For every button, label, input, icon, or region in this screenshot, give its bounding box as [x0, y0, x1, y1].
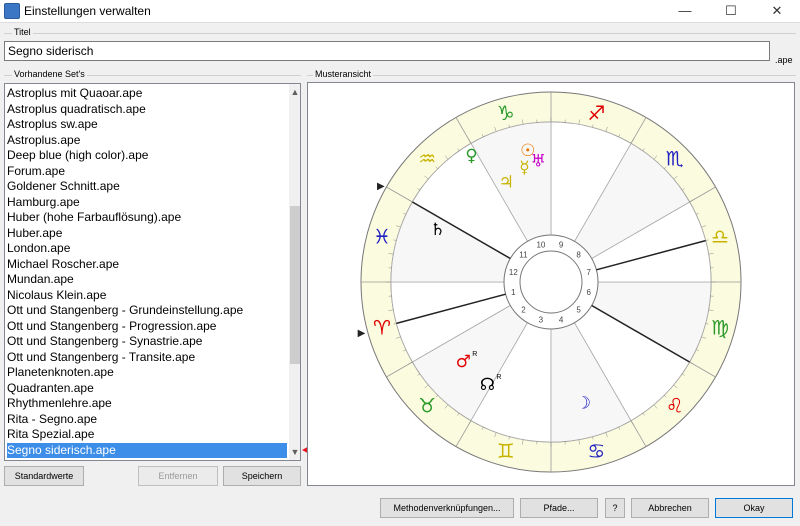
list-scrollbar[interactable]: ▲ ▼ [289, 84, 300, 460]
list-item[interactable]: Astroplus quadratisch.ape [7, 102, 287, 118]
aries-icon: ♈ [373, 315, 391, 339]
list-item[interactable]: Planetenknoten.ape [7, 365, 287, 381]
retrograde-label: R [472, 351, 477, 358]
house-number: 9 [559, 240, 564, 249]
leo-icon: ♌ [666, 394, 684, 418]
list-item[interactable]: Astroplus sw.ape [7, 117, 287, 133]
entfernen-button[interactable]: Entfernen [138, 466, 218, 486]
house-number: 8 [576, 250, 581, 259]
list-item[interactable]: Ott und Stangenberg - Progression.ape [7, 319, 287, 335]
saturn-icon: ♄ [430, 220, 445, 240]
taurus-icon: ♉ [418, 394, 436, 418]
pisces-icon: ♓ [373, 225, 391, 249]
scorpio-icon: ♏ [666, 146, 684, 170]
list-item[interactable]: Mundan.ape [7, 272, 287, 288]
house-number: 12 [509, 268, 518, 277]
help-button[interactable]: ? [605, 498, 625, 518]
center-circle [519, 250, 583, 314]
list-item[interactable]: Rita Spezial.ape [7, 427, 287, 443]
speichern-button[interactable]: Speichern [223, 466, 301, 486]
uranus-icon: ♅ [531, 152, 546, 172]
list-item[interactable]: London.ape [7, 241, 287, 257]
list-item[interactable]: Astroplus.ape [7, 133, 287, 149]
house-number: 7 [586, 268, 591, 277]
scroll-up-icon[interactable]: ▲ [289, 86, 300, 98]
sets-listbox[interactable]: Astroplus mit Quaoar.ape Astroplus quadra… [4, 83, 301, 461]
house-number: 4 [559, 316, 564, 325]
horoscope-wheel: ▶▶123 456789101112♈♉♊ ♋♌♍♎♏♐♑♒♓♀ ☉♅☿♃♄♂ R☊ R☽ [358, 91, 742, 473]
list-item[interactable]: Nicolaus Klein.ape [7, 288, 287, 304]
title-input[interactable]: Segno siderisch [4, 41, 770, 61]
title-suffix: .ape [775, 55, 793, 65]
mercury-icon: ☿ [519, 158, 529, 178]
retrograde-label: R [496, 374, 501, 381]
mars-icon: ♂ [456, 352, 471, 372]
minimize-button[interactable]: — [662, 0, 708, 22]
abbrechen-button[interactable]: Abbrechen [631, 498, 709, 518]
list-item[interactable]: Ott und Stangenberg - Grundeinstellung.a… [7, 303, 287, 319]
list-item[interactable]: Segno siderisch.ape [7, 442, 287, 458]
titel-separator [4, 33, 796, 34]
standardwerte-button[interactable]: Standardwerte [4, 466, 84, 486]
list-item[interactable]: Rita - Segno.ape [7, 412, 287, 428]
list-item[interactable]: Hamburg.ape [7, 195, 287, 211]
window-title: Einstellungen verwalten [24, 4, 151, 18]
maximize-button[interactable]: ☐ [708, 0, 754, 22]
list-item[interactable]: Rhythmenlehre.ape [7, 396, 287, 412]
aquarius-icon: ♒ [418, 146, 436, 170]
window-titlebar: Einstellungen verwalten — ☐ ✕ [0, 0, 800, 23]
axis-arrow-icon: ▶ [377, 181, 385, 192]
moon-icon: ☽ [576, 394, 591, 414]
methodenverknuepfungen-button[interactable]: Methodenverknüpfungen... [380, 498, 514, 518]
house-number: 11 [519, 250, 528, 259]
list-item[interactable]: Huber.ape [7, 226, 287, 242]
house-number: 10 [536, 240, 545, 249]
venus-icon: ♀ [465, 146, 477, 166]
house-number: 3 [539, 316, 544, 325]
list-item[interactable]: Huber (hohe Farbauflösung).ape [7, 210, 287, 226]
close-button[interactable]: ✕ [754, 0, 800, 22]
chart-preview: ▶ ▶ 1 2 3 4 5 6 7 8 9 10 11 12 ♈ ♉ ♊ ♋ ♌ ♍ ♎ ♏ ♐ ♑ ♒ ♓ ♀ ☉ ♅ ☿ ♃ ♄ ♂ R ☊ R ☽ [307, 82, 795, 486]
house-number: 5 [576, 306, 581, 315]
capricorn-icon: ♑ [497, 101, 515, 125]
node-icon: ☊ [480, 375, 495, 395]
gemini-icon: ♊ [497, 439, 515, 463]
list-item[interactable]: Deep blue (high color).ape [7, 148, 287, 164]
house-number: 6 [586, 288, 591, 297]
libra-icon: ♎ [711, 225, 729, 249]
house-number: 1 [511, 288, 516, 297]
virgo-icon: ♍ [711, 315, 729, 339]
okay-button[interactable]: Okay [715, 498, 793, 518]
sets-group-label: Vorhandene Set's [12, 69, 87, 79]
pfade-button[interactable]: Pfade... [520, 498, 598, 518]
list-item[interactable]: Michael Roscher.ape [7, 257, 287, 273]
list-item[interactable]: Quadranten.ape [7, 381, 287, 397]
sagittarius-icon: ♐ [587, 101, 605, 125]
list-item[interactable]: Ott und Stangenberg - Synastrie.ape [7, 334, 287, 350]
list-item[interactable]: Forum.ape [7, 164, 287, 180]
scroll-thumb[interactable] [290, 206, 300, 364]
list-item[interactable]: Ott und Stangenberg - Transite.ape [7, 350, 287, 366]
house-number: 2 [521, 306, 526, 315]
list-item[interactable]: Goldener Schnitt.ape [7, 179, 287, 195]
jupiter-icon: ♃ [499, 173, 514, 193]
app-icon [4, 3, 20, 19]
list-item[interactable]: Astroplus mit Quaoar.ape [7, 86, 287, 102]
cancer-icon: ♋ [587, 439, 605, 463]
titel-group-label: Titel [12, 27, 33, 37]
preview-separator [307, 75, 796, 76]
preview-group-label: Musteransicht [313, 69, 374, 79]
axis-arrow-icon: ▶ [358, 328, 366, 339]
